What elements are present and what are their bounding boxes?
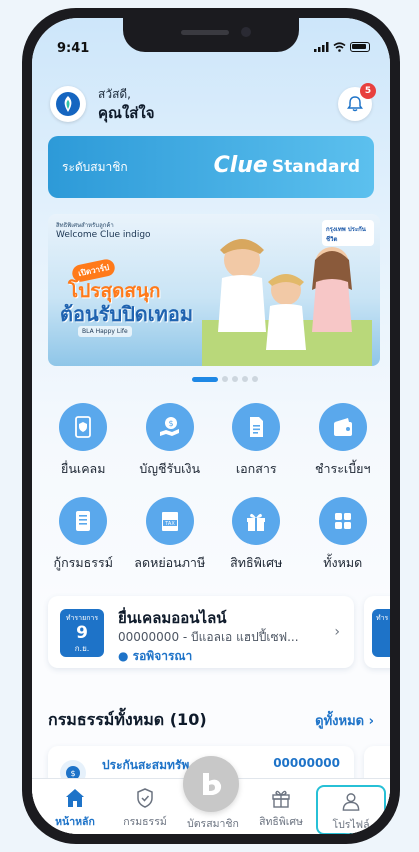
menu-label: บัญชีรับเงิน [139, 461, 201, 476]
next-claim-card[interactable]: ทำร [364, 596, 390, 668]
menu-label: กู้กรมธรรม์ [53, 555, 113, 570]
tab-privileges[interactable]: สิทธิพิเศษ [246, 779, 316, 834]
tax-icon: TAX [145, 497, 194, 545]
gift-icon [232, 497, 281, 545]
status-time: 9:41 [57, 41, 90, 56]
see-all-link[interactable]: ดูทั้งหมด › [315, 710, 374, 731]
claim-date-box-partial: ทำร [372, 609, 390, 657]
claim-day: 9 [76, 623, 88, 643]
svg-text:TAX: TAX [164, 521, 175, 527]
header: สวัสดี, คุณใส่ใจ 5 [50, 83, 376, 125]
logo-icon [56, 92, 80, 116]
member-tier-card[interactable]: ระดับสมาชิก Clue Standard [48, 136, 374, 198]
notification-badge: 5 [360, 83, 376, 99]
status-bar: 9:41 [32, 18, 390, 58]
signal-icon [314, 42, 329, 52]
tab-profile[interactable]: โปรไฟล์ [316, 785, 386, 834]
all-apps-icon [318, 497, 367, 545]
member-card-icon [203, 773, 222, 795]
member-level-label: ระดับสมาชิก [62, 160, 128, 174]
member-tier: Clue Standard [214, 153, 360, 178]
claim-description: 00000000 - บีแอลเอ แฮปปี้เซฟ... [118, 630, 299, 644]
svg-text:$: $ [168, 419, 173, 428]
tab-policies[interactable]: กรมธรรม์ [110, 779, 180, 834]
policies-title: กรมธรรม์ทั้งหมด (10) [48, 710, 207, 729]
speaker [181, 30, 229, 35]
claim-title: ยื่นเคลมออนไลน์ [118, 609, 227, 627]
carousel-dots [192, 376, 258, 382]
menu-label: ทั้งหมด [323, 555, 363, 570]
battery-icon [350, 42, 370, 52]
banner-subtext: BLA Happy Life [78, 326, 132, 337]
menu-documents[interactable]: เอกสาร [213, 403, 300, 479]
claim-month: ก.ย. [74, 644, 90, 653]
quick-menu: ยื่นเคลม $ บัญชีรับเงิน เอกสาร ชำระเบี้ย… [40, 403, 386, 573]
menu-label: ยื่นเคลม [61, 461, 106, 476]
menu-policy-loan[interactable]: กู้กรมธรรม์ [40, 497, 127, 573]
tab-label: บัตรสมาชิก [187, 818, 239, 830]
chevron-right-icon: › [334, 624, 340, 640]
carousel-dot[interactable] [232, 376, 238, 382]
promo-banner[interactable]: สิทธิพิเศษสำหรับลูกค้า Welcome Clue indi… [48, 214, 380, 366]
notch [123, 18, 299, 52]
policy-name: ประกันสะสมทรัพ [102, 758, 190, 772]
claim-status: ● รอพิจารณา [118, 649, 193, 663]
member-card-center-button[interactable] [183, 756, 239, 812]
document-icon [232, 403, 281, 451]
carousel-dot[interactable] [242, 376, 248, 382]
banner-corner-logo: กรุงเทพ ประกันชีวิต [322, 220, 374, 246]
wallet-icon [318, 403, 367, 451]
menu-receive-account[interactable]: $ บัญชีรับเงิน [127, 403, 214, 479]
menu-label: ชำระเบี้ยฯ [315, 461, 371, 476]
app-screen: 9:41 สวัสดี, คุณใส่ใจ 5 ระดับสมาชิก Clue… [32, 18, 390, 834]
menu-privileges[interactable]: สิทธิพิเศษ [213, 497, 300, 573]
tab-label: หน้าหลัก [55, 816, 95, 828]
carousel-dot[interactable] [222, 376, 228, 382]
phone-frame: 9:41 สวัสดี, คุณใส่ใจ 5 ระดับสมาชิก Clue… [22, 8, 400, 844]
tab-label: กรมธรรม์ [123, 816, 167, 828]
system-icons [314, 42, 370, 52]
carousel-dot[interactable] [252, 376, 258, 382]
banner-welcome: Welcome Clue indigo [56, 230, 151, 240]
app-logo [50, 86, 86, 122]
menu-all[interactable]: ทั้งหมด [300, 497, 387, 573]
tab-label: โปรไฟล์ [332, 819, 370, 831]
tier-brand: Clue [213, 153, 268, 178]
banner-small-text: สิทธิพิเศษสำหรับลูกค้า [56, 222, 114, 229]
gift-icon [272, 790, 290, 808]
camera [241, 27, 251, 37]
menu-label: เอกสาร [235, 461, 277, 476]
menu-tax[interactable]: TAX ลดหย่อนภาษี [127, 497, 214, 573]
tier-name: Standard [271, 157, 360, 177]
menu-label: ลดหย่อนภาษี [134, 555, 206, 570]
user-name: คุณใส่ใจ [98, 104, 155, 122]
home-icon [66, 789, 84, 807]
tab-label: สิทธิพิเศษ [259, 816, 303, 828]
tab-home[interactable]: หน้าหลัก [40, 779, 110, 834]
notification-button[interactable]: 5 [338, 83, 376, 121]
menu-pay-premium[interactable]: ชำระเบี้ยฯ [300, 403, 387, 479]
receive-money-icon: $ [145, 403, 194, 451]
menu-label: สิทธิพิเศษ [230, 555, 283, 570]
svg-text:$: $ [70, 769, 75, 778]
policy-loan-icon [59, 497, 108, 545]
shield-icon [137, 788, 153, 808]
profile-icon [342, 793, 360, 811]
bell-icon [347, 96, 363, 112]
menu-claim[interactable]: ยื่นเคลม [40, 403, 127, 479]
claim-date-box: ทำรายการ 9 ก.ย. [60, 609, 104, 657]
online-claim-card[interactable]: ทำรายการ 9 ก.ย. ยื่นเคลมออนไลน์ 00000000… [48, 596, 354, 668]
wifi-icon [333, 42, 346, 52]
policies-section-header: กรมธรรม์ทั้งหมด (10) ดูทั้งหมด › [48, 708, 374, 732]
claim-document-icon [59, 403, 108, 451]
carousel-dot-active[interactable] [192, 376, 218, 382]
policy-number: 00000000 [273, 756, 340, 770]
